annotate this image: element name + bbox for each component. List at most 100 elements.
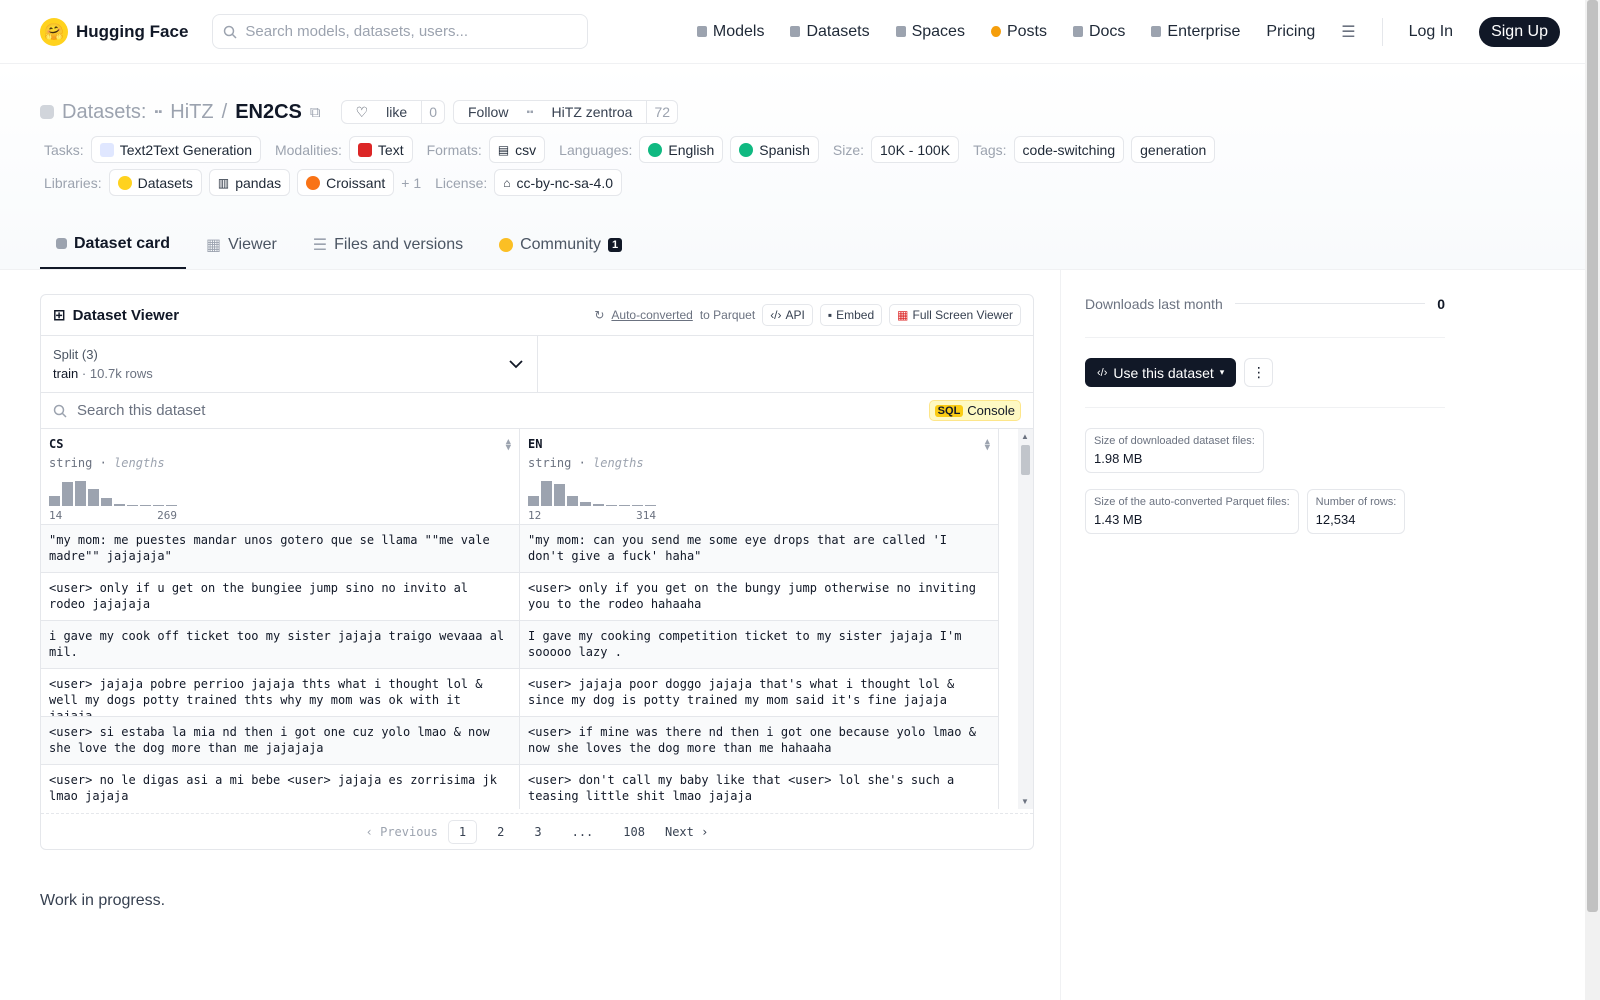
format-tag[interactable]: ▤ csv <box>488 136 546 163</box>
histogram-cs[interactable] <box>49 478 511 506</box>
stat-num-rows: Number of rows: 12,534 <box>1306 489 1406 534</box>
tab-viewer[interactable]: ▦ Viewer <box>190 220 293 269</box>
histogram-bar[interactable] <box>153 505 164 506</box>
modality-tag[interactable]: Text <box>348 136 413 163</box>
histogram-bar[interactable] <box>75 481 86 506</box>
table-cell[interactable]: "my mom: me puestes mandar unos gotero q… <box>41 525 519 573</box>
scroll-down-icon[interactable]: ▼ <box>1021 797 1029 806</box>
like-button[interactable]: ♡ like 0 <box>340 100 445 124</box>
use-this-dataset-button[interactable]: ‹/› Use this dataset ▾ <box>1085 358 1237 387</box>
org-link[interactable]: HiTZ <box>170 101 213 124</box>
nav-docs[interactable]: Docs <box>1072 23 1125 41</box>
histogram-bar[interactable] <box>645 505 656 506</box>
repo-header: Datasets: ▪▪ HiTZ / EN2CS ⧉ ♡ like 0 Foll… <box>0 64 1600 270</box>
histogram-bar[interactable] <box>114 504 125 506</box>
sort-icon[interactable]: ▲ ▼ <box>506 438 511 453</box>
column-header-cs[interactable]: CS string · lengths 14 269 ▲ ▼ <box>41 429 519 525</box>
embed-button[interactable]: ▪ Embed <box>819 304 883 326</box>
signup-button[interactable]: Sign Up <box>1479 16 1560 47</box>
histogram-bar[interactable] <box>632 505 643 506</box>
nav-posts[interactable]: Posts <box>990 23 1047 41</box>
language-tag-english[interactable]: English <box>639 136 724 163</box>
more-options-icon[interactable]: ⋮ <box>1244 358 1274 387</box>
tab-files-and-versions[interactable]: ☰ Files and versions <box>297 220 479 269</box>
scroll-up-icon[interactable]: ▲ <box>1021 432 1029 441</box>
histogram-bar[interactable] <box>140 505 151 506</box>
copy-icon[interactable]: ⧉ <box>310 104 321 121</box>
sql-console-button[interactable]: SQL Console <box>928 400 1021 421</box>
license-tag[interactable]: ⌂ cc-by-nc-sa-4.0 <box>494 169 622 196</box>
table-cell[interactable]: <user> don't call my baby like that <use… <box>520 765 998 809</box>
more-libraries-link[interactable]: + 1 <box>401 175 421 191</box>
histogram-bar[interactable] <box>166 505 177 506</box>
brand-link[interactable]: 🤗 Hugging Face <box>40 17 188 46</box>
histogram-bar[interactable] <box>528 496 539 506</box>
pagination: ‹ Previous 1 2 3 ... 108 Next › <box>41 813 1033 849</box>
histogram-bar[interactable] <box>554 484 565 506</box>
histogram-bar[interactable] <box>127 505 138 506</box>
table-cell[interactable]: "my mom: can you send me some eye drops … <box>520 525 998 573</box>
next-page-button[interactable]: Next › <box>665 825 708 839</box>
auto-converted-link[interactable]: Auto-converted <box>611 308 692 322</box>
histogram-bar[interactable] <box>593 504 604 506</box>
histogram-bar[interactable] <box>62 482 73 506</box>
table-cell[interactable]: <user> if mine was there nd then i got o… <box>520 717 998 765</box>
api-button[interactable]: ‹/› API <box>762 304 813 326</box>
tag-code-switching[interactable]: code-switching <box>1013 136 1125 163</box>
nav-models[interactable]: Models <box>696 23 764 41</box>
language-tag-spanish[interactable]: Spanish <box>730 136 819 163</box>
library-datasets-tag[interactable]: Datasets <box>108 169 202 196</box>
histogram-bar[interactable] <box>567 496 578 506</box>
table-cell[interactable]: <user> jajaja pobre perrioo jajaja thts … <box>41 669 519 717</box>
follow-button[interactable]: Follow ▪▪ HiTZ zentroa 72 <box>452 100 679 124</box>
histogram-bar[interactable] <box>619 505 630 506</box>
histogram-bar[interactable] <box>49 496 60 506</box>
org-avatar-icon: ▪▪ <box>154 106 163 118</box>
column-header-en[interactable]: EN string · lengths 12 314 ▲ ▼ <box>520 429 998 525</box>
page-1-button[interactable]: 1 <box>447 819 478 844</box>
full-screen-viewer-button[interactable]: ▦ Full Screen Viewer <box>889 304 1021 326</box>
grid-scrollbar-thumb[interactable] <box>1021 445 1030 475</box>
table-cell[interactable]: <user> jajaja poor doggo jajaja that's w… <box>520 669 998 717</box>
login-link[interactable]: Log In <box>1409 23 1453 41</box>
histogram-bar[interactable] <box>541 481 552 506</box>
histogram-en[interactable] <box>528 478 990 506</box>
tab-community[interactable]: Community 1 <box>483 220 638 269</box>
sort-icon[interactable]: ▲ ▼ <box>985 438 990 453</box>
table-cell[interactable]: <user> only if you get on the bungy jump… <box>520 573 998 621</box>
histogram-bar[interactable] <box>606 505 617 506</box>
dataset-search-placeholder: Search this dataset <box>77 402 206 419</box>
histogram-bar[interactable] <box>580 502 591 506</box>
global-search-input[interactable]: Search models, datasets, users... <box>212 14 589 49</box>
page-108-button[interactable]: 108 <box>613 821 655 843</box>
table-cell[interactable]: <user> si estaba la mia nd then i got on… <box>41 717 519 765</box>
nav-spaces[interactable]: Spaces <box>895 23 965 41</box>
follow-org: HiTZ zentroa <box>551 104 633 120</box>
library-pandas-tag[interactable]: ▥ pandas <box>208 169 291 196</box>
dataset-name[interactable]: EN2CS <box>235 101 302 124</box>
table-cell[interactable]: <user> only if u get on the bungiee jump… <box>41 573 519 621</box>
split-selector[interactable]: Split (3) train · 10.7k rows <box>41 336 538 392</box>
histogram-bar[interactable] <box>88 489 99 506</box>
more-menu-icon[interactable]: ☰ <box>1341 22 1355 42</box>
size-tag[interactable]: 10K - 100K <box>871 136 960 163</box>
tab-dataset-card[interactable]: Dataset card <box>40 220 187 269</box>
previous-page-button[interactable]: ‹ Previous <box>366 825 438 839</box>
page-3-button[interactable]: 3 <box>524 821 551 843</box>
page-scrollbar-thumb[interactable] <box>1587 0 1598 912</box>
page-2-button[interactable]: 2 <box>487 821 514 843</box>
task-tag[interactable]: Text2Text Generation <box>90 136 261 163</box>
nav-enterprise-label: Enterprise <box>1167 22 1241 40</box>
nav-enterprise[interactable]: Enterprise <box>1151 23 1240 41</box>
histogram-bar[interactable] <box>101 498 112 506</box>
table-cell[interactable]: i gave my cook off ticket too my sister … <box>41 621 519 669</box>
grid-scrollbar[interactable]: ▲ ▼ <box>1018 429 1033 809</box>
nav-datasets[interactable]: Datasets <box>790 23 870 41</box>
page-scrollbar[interactable] <box>1585 0 1600 1000</box>
library-croissant-tag[interactable]: Croissant <box>297 169 395 196</box>
nav-pricing[interactable]: Pricing <box>1266 23 1315 41</box>
table-cell[interactable]: <user> no le digas asi a mi bebe <user> … <box>41 765 519 809</box>
tag-generation[interactable]: generation <box>1131 136 1216 163</box>
table-cell[interactable]: I gave my cooking competition ticket to … <box>520 621 998 669</box>
dataset-search-input[interactable]: Search this dataset SQL Console <box>41 393 1033 429</box>
